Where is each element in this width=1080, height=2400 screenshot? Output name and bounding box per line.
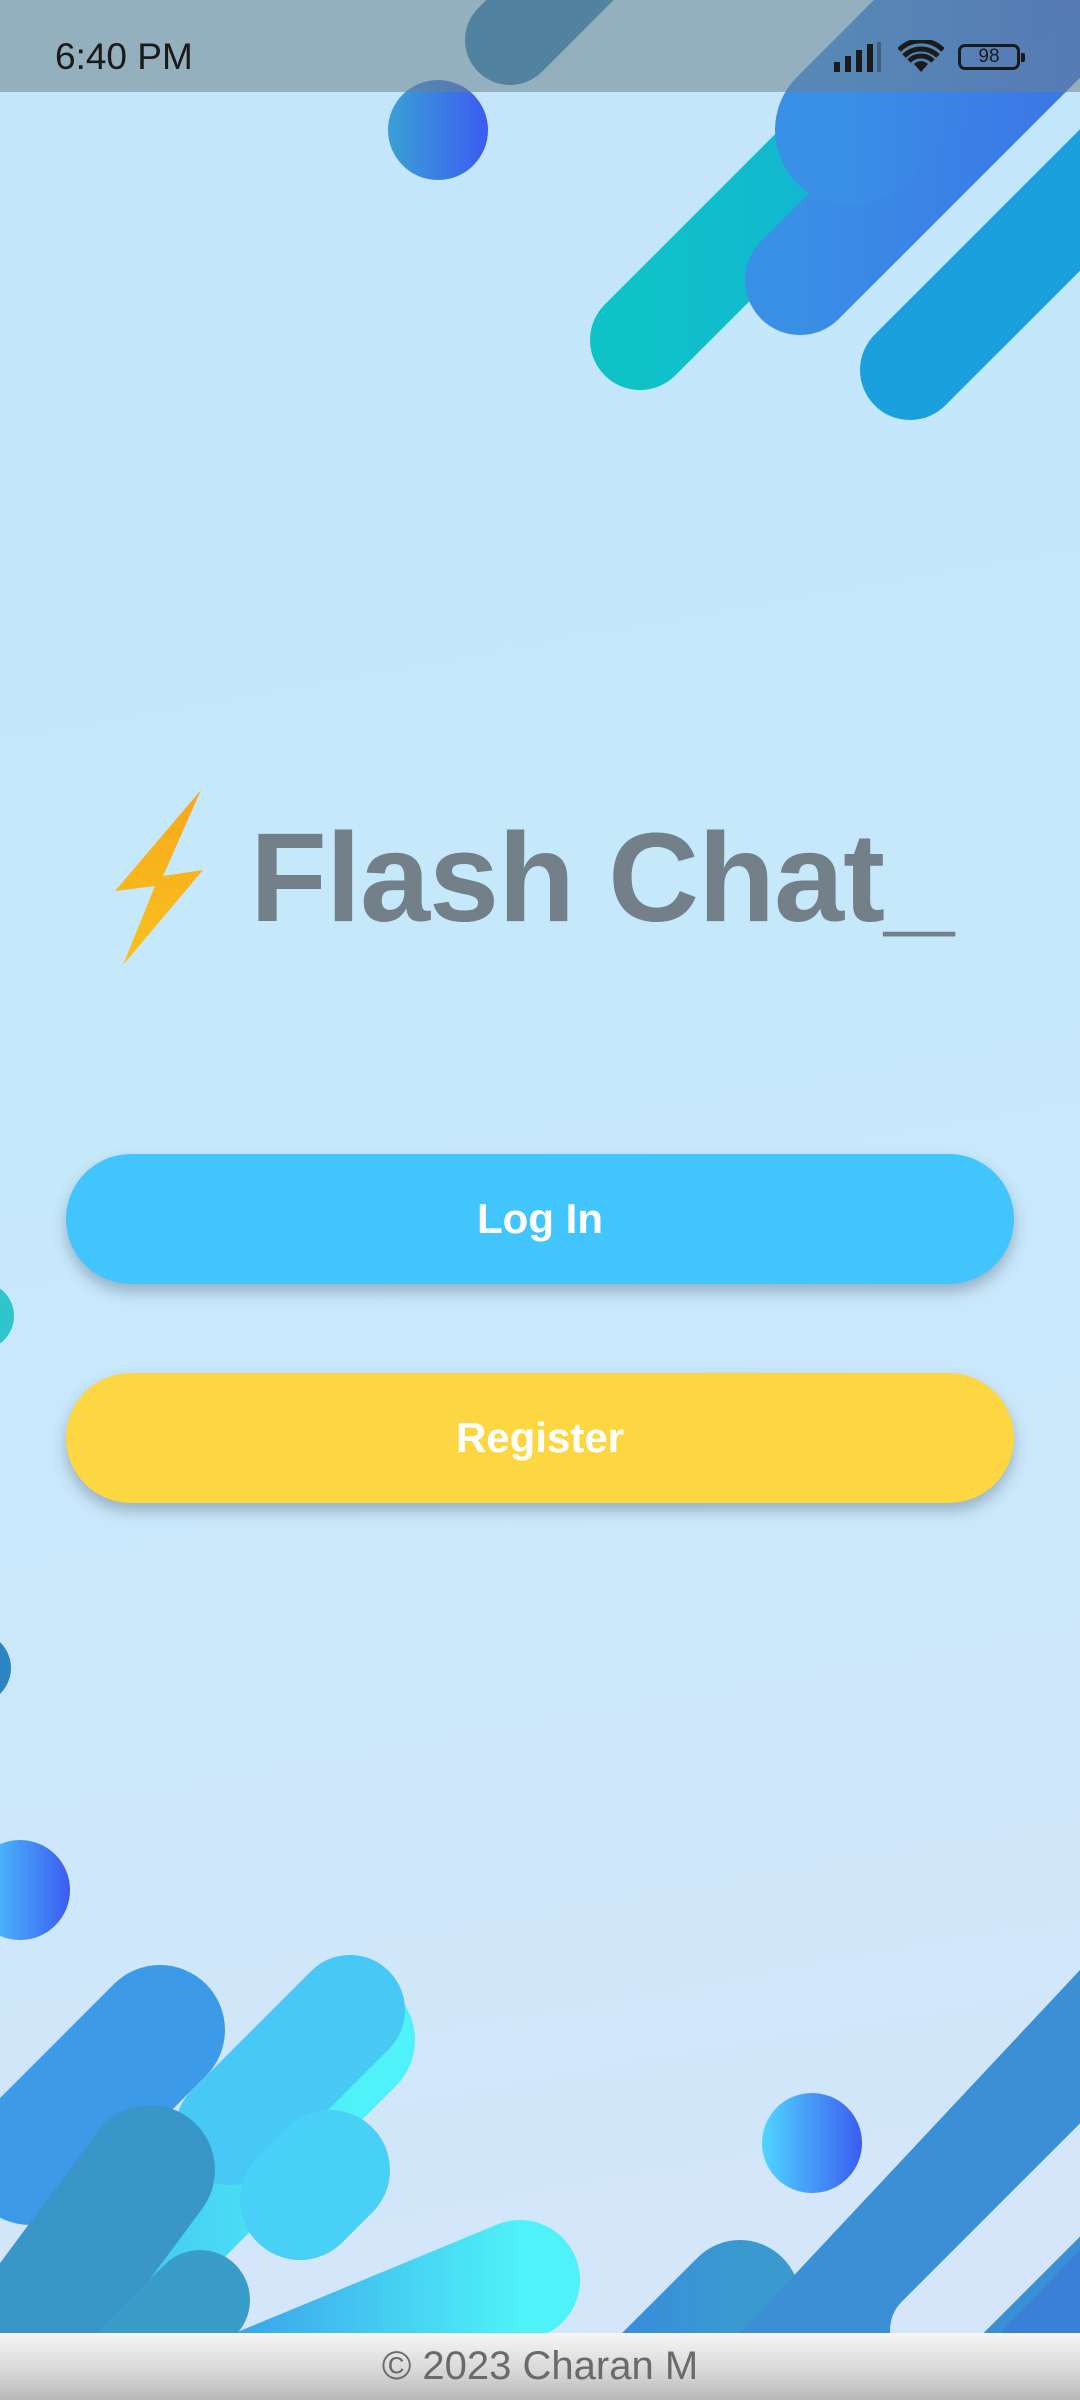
app-title: Flash Chat_ bbox=[250, 807, 954, 948]
app-header: Flash Chat_ bbox=[115, 790, 954, 965]
battery-level: 98 bbox=[978, 46, 1000, 67]
status-icons: 98 bbox=[832, 40, 1025, 74]
battery-icon: 98 bbox=[958, 44, 1025, 70]
status-bar: 6:40 PM 98 bbox=[0, 0, 1080, 92]
copyright-text: © 2023 Charan M bbox=[381, 2344, 699, 2388]
footer: © 2023 Charan M bbox=[0, 2333, 1080, 2400]
welcome-screen: 6:40 PM 98 Flash Chat_ Log In Register ©… bbox=[0, 0, 1080, 2400]
register-button-label: Register bbox=[455, 1414, 625, 1461]
login-button[interactable]: Log In bbox=[66, 1154, 1014, 1284]
register-button[interactable]: Register bbox=[66, 1373, 1014, 1503]
login-button-label: Log In bbox=[477, 1195, 603, 1242]
status-time: 6:40 PM bbox=[55, 36, 193, 77]
wifi-icon bbox=[898, 40, 944, 72]
lightning-bolt-icon bbox=[115, 790, 203, 965]
signal-icon bbox=[834, 42, 881, 72]
